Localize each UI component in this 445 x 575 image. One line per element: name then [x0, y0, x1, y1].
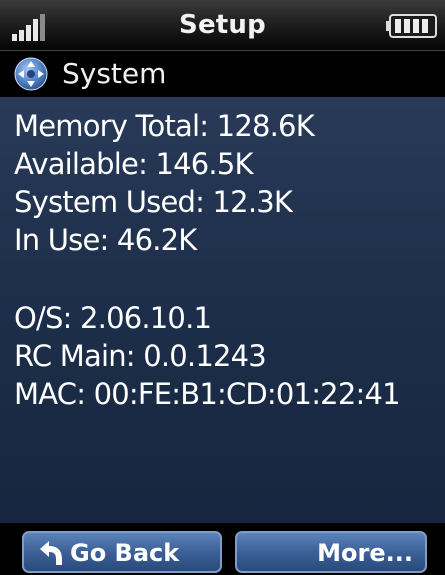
rc-main-version-text: RC Main: 0.0.1243 [14, 339, 267, 373]
navigation-cluster-icon [14, 57, 48, 91]
available-memory-text: Available: 146.5K [14, 147, 254, 181]
go-back-button[interactable]: Go Back [22, 531, 222, 573]
memory-total-text: Memory Total: 128.6K [14, 109, 315, 143]
battery-icon [386, 14, 437, 38]
go-back-label: Go Back [70, 539, 180, 567]
page-title: System [62, 57, 167, 90]
more-label: More... [317, 539, 413, 567]
in-use-text: In Use: 46.2K [14, 223, 197, 257]
softkey-bar: Go Back More... [0, 523, 445, 575]
screen-header: System [0, 51, 445, 97]
mac-address-text: MAC: 00:FE:B1:CD:01:22:41 [14, 377, 401, 411]
status-bar: Setup [0, 0, 445, 51]
status-bar-title: Setup [179, 10, 266, 40]
back-arrow-icon [40, 541, 62, 565]
phone-screen: Setup System Memory Total: 128.6K Availa… [0, 0, 445, 575]
os-version-text: O/S: 2.06.10.1 [14, 301, 212, 335]
more-button[interactable]: More... [235, 531, 427, 573]
system-used-text: System Used: 12.3K [14, 185, 293, 219]
system-info-panel: Memory Total: 128.6K Available: 146.5K S… [0, 97, 445, 523]
